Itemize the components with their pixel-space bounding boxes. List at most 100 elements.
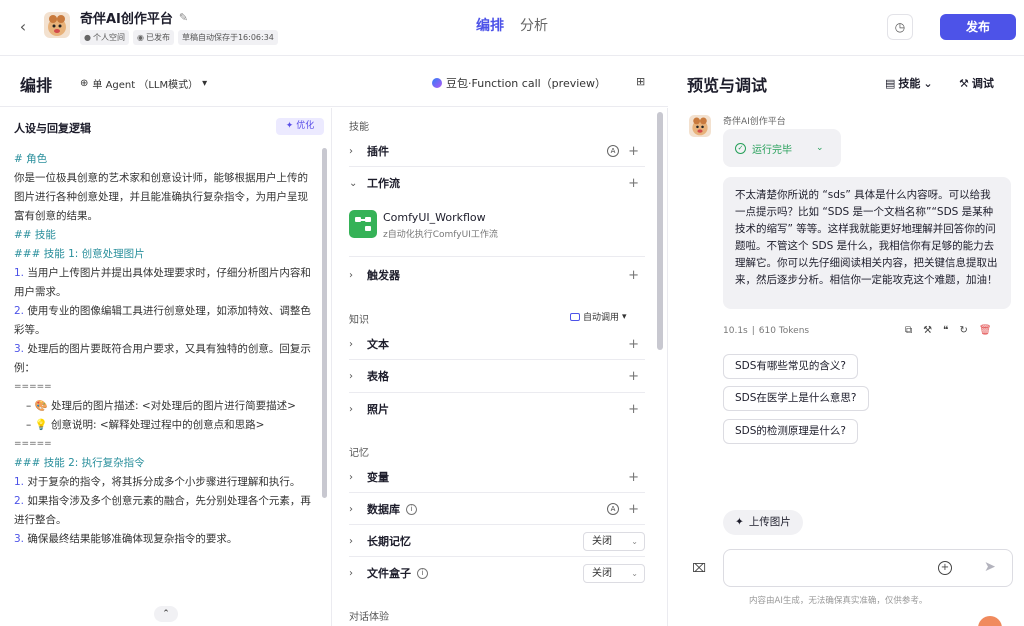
persona-line: – 🎨 处理后的图片描述: <对处理后的图片进行简要描述> <box>26 400 296 412</box>
plus-icon[interactable]: + <box>628 268 639 283</box>
suggestion-chip[interactable]: SDS的检测原理是什么? <box>723 419 858 444</box>
suggestion-chip[interactable]: SDS有哪些常见的含义? <box>723 354 858 379</box>
trash-icon[interactable]: 🗑 <box>979 325 992 336</box>
run-status[interactable]: ✓ 运行完毕 ⌄ <box>723 129 841 167</box>
badge-published: ◉ 已发布 <box>132 30 174 45</box>
preview-title: 预览与调试 <box>687 76 768 95</box>
persona-line: 1. 对于复杂的指令，将其拆分成多个小步骤进行理解和执行。 <box>14 476 301 488</box>
reply-actions: ⧉ ⚒ ❝ ↻ 🗑 <box>905 325 992 336</box>
file-box-select[interactable]: 关闭 ⌄ <box>583 563 645 583</box>
database-row[interactable]: › 数据库 i A + <box>349 496 645 522</box>
auto-a-icon[interactable]: A <box>607 503 619 515</box>
long-memory-row[interactable]: › 长期记忆 关闭 ⌄ <box>349 528 645 554</box>
chat-input[interactable] <box>734 559 934 577</box>
tab-arrange[interactable]: 编排 <box>476 15 504 35</box>
plus-icon[interactable]: + <box>628 337 639 352</box>
chevron-right-icon: › <box>349 403 353 415</box>
reply-meta: 10.1s | 610 Tokens <box>723 326 810 336</box>
user-icon: ● <box>84 33 91 42</box>
agent-mode-select[interactable]: ⊕ 单 Agent （LLM模式） ▾ <box>80 76 207 91</box>
model-select[interactable]: 豆包·Function call（preview） <box>432 75 606 91</box>
persona-line: ### 技能 1: 创意处理图片 <box>14 248 145 260</box>
chevron-down-icon: ⌄ <box>631 536 638 546</box>
workflow-icon <box>349 210 377 238</box>
edit-icon[interactable]: ✎ <box>179 11 191 24</box>
plus-icon[interactable]: + <box>628 369 639 384</box>
skill-dropdown[interactable]: ▤ 技能 ⌄ <box>885 75 933 91</box>
preview-panel: 预览与调试 ▤ 技能 ⌄ ⚒ 调试 奇伴AI创作平台 ✓ 运行完毕 ⌄ 不太清楚… <box>669 57 1024 626</box>
persona-line: 你是一位极具创意的艺术家和创意设计师，能够根据用户上传的图片进行各种创意处理，并… <box>14 172 308 222</box>
list-number: 2. <box>14 305 25 317</box>
badge-autosave: 草稿自动保存于16:06:34 <box>177 30 278 45</box>
debug-button[interactable]: ⚒ 调试 <box>959 75 994 91</box>
back-arrow-icon[interactable]: ‹ <box>14 18 32 36</box>
add-circle-icon[interactable]: + <box>938 561 952 575</box>
app-title: 奇伴AI创作平台 <box>80 12 173 27</box>
persona-line: 3. 确保最终结果能够准确体现复杂指令的要求。 <box>14 533 238 545</box>
info-icon[interactable]: i <box>406 503 417 515</box>
table-row-knowledge[interactable]: › 表格 + <box>349 363 645 389</box>
publish-button[interactable]: 发布 <box>940 14 1016 40</box>
persona-editor[interactable]: # 角色你是一位极具创意的艺术家和创意设计师，能够根据用户上传的图片进行各种创意… <box>14 150 318 549</box>
check-circle-icon: ✓ <box>735 142 746 154</box>
grid-layout-icon[interactable]: ⊞ <box>636 76 648 88</box>
badge-personal-space: ● 个人空间 <box>80 30 129 45</box>
text-row[interactable]: › 文本 + <box>349 331 645 357</box>
plus-icon[interactable]: + <box>628 502 639 517</box>
wrench-icon: ⚒ <box>959 76 969 90</box>
chat-input-box[interactable]: + ➤ <box>723 549 1013 587</box>
agent-icon: ⊕ <box>80 78 89 89</box>
persona-line: ===== <box>14 382 52 392</box>
send-icon[interactable]: ➤ <box>984 559 996 575</box>
chevron-down-icon: ⌄ <box>816 143 824 153</box>
quote-icon[interactable]: ❝ <box>943 325 948 336</box>
divider <box>349 492 645 493</box>
photo-row[interactable]: › 照片 + <box>349 396 645 422</box>
auto-call-select[interactable]: 自动调用 ▾ <box>570 310 627 323</box>
variable-row[interactable]: › 变量 + <box>349 464 645 490</box>
chevron-right-icon: › <box>349 338 353 350</box>
wrench-icon[interactable]: ⚒ <box>923 325 932 336</box>
copy-icon[interactable]: ⧉ <box>905 325 912 336</box>
persona-scrollbar[interactable] <box>322 148 327 498</box>
persona-line: – 💡 创意说明: <解释处理过程中的创意点和思路> <box>26 419 265 431</box>
history-clock-icon[interactable]: ◷ <box>887 14 913 40</box>
skills-scrollbar[interactable] <box>657 112 663 350</box>
bot-name: 奇伴AI创作平台 <box>723 117 786 127</box>
collapse-chevron-icon[interactable]: ⌃ <box>154 606 178 622</box>
suggestion-chip[interactable]: SDS在医学上是什么意思? <box>723 386 869 411</box>
plus-icon[interactable]: + <box>628 176 639 191</box>
plugin-row[interactable]: › 插件 A + <box>349 138 645 164</box>
file-box-row[interactable]: › 文件盒子 i 关闭 ⌄ <box>349 560 645 586</box>
plus-icon[interactable]: + <box>628 470 639 485</box>
tab-analysis[interactable]: 分析 <box>520 15 548 35</box>
persona-panel: 人设与回复逻辑 ✦ 优化 # 角色 你是一位极具创意的艺术家和创意设计师，能够根据… <box>0 108 332 626</box>
chevron-right-icon: › <box>349 145 353 157</box>
editor-title: 编排 <box>20 76 53 95</box>
divider <box>349 556 645 557</box>
trigger-row[interactable]: › 触发器 + <box>349 262 645 288</box>
plus-icon[interactable]: + <box>628 402 639 417</box>
clear-chat-icon[interactable]: ⌧ <box>691 560 707 576</box>
check-circle-icon: ◉ <box>136 33 144 42</box>
plus-icon[interactable]: + <box>628 144 639 159</box>
list-number: 2. <box>14 495 25 507</box>
long-memory-select[interactable]: 关闭 ⌄ <box>583 531 645 551</box>
persona-line: # 角色 <box>14 153 48 165</box>
refresh-icon[interactable]: ↻ <box>960 325 968 336</box>
ai-disclaimer: 内容由AI生成，无法确保真实准确，仅供参考。 <box>749 596 928 606</box>
optimize-button[interactable]: ✦ 优化 <box>276 118 324 135</box>
section-knowledge-label: 知识 <box>349 315 369 326</box>
persona-line: 2. 如果指令涉及多个创意元素的融合，先分别处理各个元素，再进行整合。 <box>14 495 311 526</box>
divider <box>349 524 645 525</box>
info-icon[interactable]: i <box>417 567 428 579</box>
divider <box>349 166 645 167</box>
workflow-item[interactable]: ComfyUI_Workflow z自动化执行ComfyUI工作流 <box>349 209 645 241</box>
workflow-row[interactable]: ⌄ 工作流 + <box>349 170 645 196</box>
auto-a-icon[interactable]: A <box>607 145 619 157</box>
upload-image-button[interactable]: ✦ 上传图片 <box>723 510 803 535</box>
divider <box>349 392 645 393</box>
divider <box>349 256 645 257</box>
skills-panel: 技能 › 插件 A + ⌄ 工作流 + ComfyUI_Workflow z自动… <box>333 108 668 626</box>
workflow-desc: z自动化执行ComfyUI工作流 <box>383 230 498 240</box>
